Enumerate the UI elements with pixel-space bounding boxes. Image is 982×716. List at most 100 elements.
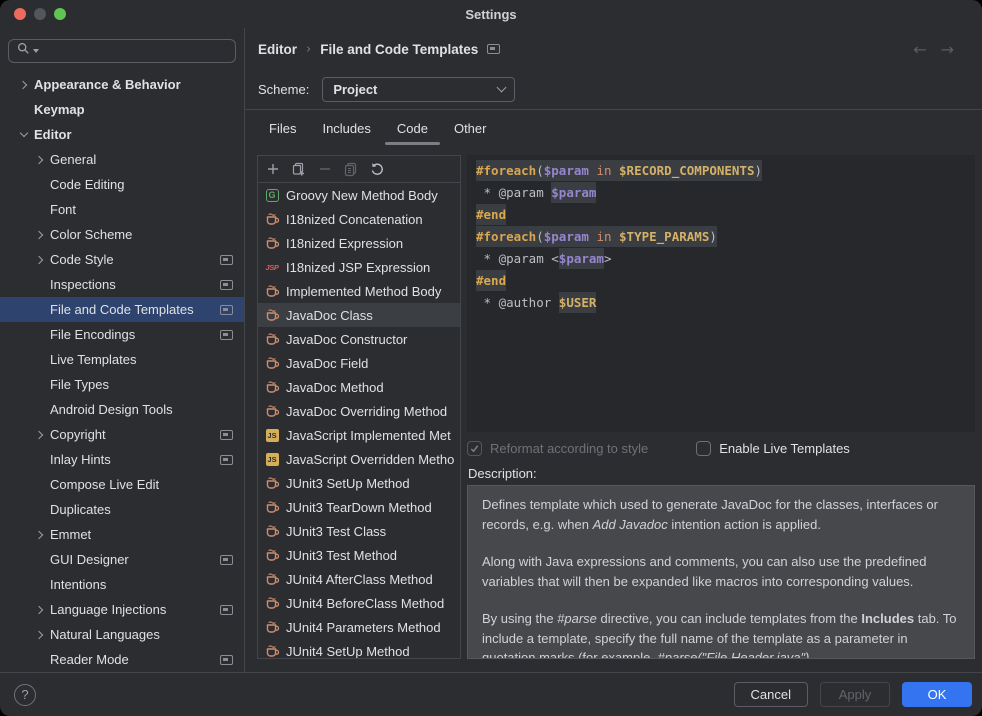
sidebar-item-android-design-tools[interactable]: Android Design Tools: [0, 397, 244, 422]
chevron-expanded-icon[interactable]: [14, 133, 34, 136]
sidebar-item-label: Duplicates: [50, 502, 111, 517]
tab-files[interactable]: Files: [267, 110, 298, 147]
back-arrow-icon[interactable]: ←: [913, 40, 926, 59]
live-templates-option[interactable]: Enable Live Templates: [696, 441, 850, 456]
search-icon: [17, 42, 30, 60]
sidebar-item-general[interactable]: General: [0, 147, 244, 172]
template-item-i18nized-expression[interactable]: I18nized Expression: [258, 231, 460, 255]
reformat-option[interactable]: Reformat according to style: [467, 441, 648, 456]
template-item-implemented-method-body[interactable]: Implemented Method Body: [258, 279, 460, 303]
template-item-javadoc-constructor[interactable]: JavaDoc Constructor: [258, 327, 460, 351]
template-item-javadoc-field[interactable]: JavaDoc Field: [258, 351, 460, 375]
chevron-collapsed-icon[interactable]: [30, 432, 50, 438]
tab-other[interactable]: Other: [452, 110, 489, 147]
project-level-icon: [220, 330, 233, 340]
chevron-collapsed-icon[interactable]: [30, 157, 50, 163]
apply-button[interactable]: Apply: [820, 682, 890, 707]
description-text[interactable]: Defines template which used to generate …: [467, 485, 975, 659]
sidebar-item-file-encodings[interactable]: File Encodings: [0, 322, 244, 347]
sidebar-item-appearance-behavior[interactable]: Appearance & Behavior: [0, 72, 244, 97]
template-item-junit4-parameters-method[interactable]: JUnit4 Parameters Method: [258, 615, 460, 639]
sidebar-item-natural-languages[interactable]: Natural Languages: [0, 622, 244, 647]
template-item-junit3-teardown-method[interactable]: JUnit3 TearDown Method: [258, 495, 460, 519]
sidebar-item-intentions[interactable]: Intentions: [0, 572, 244, 597]
list-toolbar: [258, 156, 460, 183]
search-history-chevron-icon[interactable]: [33, 49, 39, 53]
sidebar-item-live-templates[interactable]: Live Templates: [0, 347, 244, 372]
search-field[interactable]: [8, 39, 236, 63]
sidebar-item-color-scheme[interactable]: Color Scheme: [0, 222, 244, 247]
chevron-collapsed-icon[interactable]: [30, 257, 50, 263]
live-templates-checkbox[interactable]: [696, 441, 711, 456]
template-item-i18nized-jsp-expression[interactable]: JSPI18nized JSP Expression: [258, 255, 460, 279]
tab-code[interactable]: Code: [395, 110, 430, 147]
template-item-label: JUnit3 Test Method: [286, 548, 397, 563]
forward-arrow-icon[interactable]: →: [941, 40, 954, 59]
sidebar-item-font[interactable]: Font: [0, 197, 244, 222]
description-paragraph: Along with Java expressions and comments…: [482, 552, 960, 591]
remove-template-button[interactable]: [316, 161, 333, 178]
sidebar-item-language-injections[interactable]: Language Injections: [0, 597, 244, 622]
groovy-icon: G: [264, 187, 280, 203]
chevron-collapsed-icon[interactable]: [30, 607, 50, 613]
reset-template-button[interactable]: [368, 161, 385, 178]
chevron-collapsed-icon[interactable]: [14, 82, 34, 88]
template-item-javadoc-class[interactable]: JavaDoc Class: [258, 303, 460, 327]
template-item-junit3-test-method[interactable]: JUnit3 Test Method: [258, 543, 460, 567]
sidebar-item-emmet[interactable]: Emmet: [0, 522, 244, 547]
sidebar-item-editor[interactable]: Editor: [0, 122, 244, 147]
sidebar-item-inspections[interactable]: Inspections: [0, 272, 244, 297]
code-line: * @param <$param>: [476, 248, 975, 270]
template-item-label: I18nized Concatenation: [286, 212, 423, 227]
template-item-javascript-overridden-metho[interactable]: JSJavaScript Overridden Metho: [258, 447, 460, 471]
sidebar-item-reader-mode[interactable]: Reader Mode: [0, 647, 244, 672]
template-code-editor[interactable]: #foreach($param in $RECORD_COMPONENTS) *…: [467, 155, 975, 432]
sidebar-item-compose-live-edit[interactable]: Compose Live Edit: [0, 472, 244, 497]
sidebar-item-duplicates[interactable]: Duplicates: [0, 497, 244, 522]
sidebar-item-code-style[interactable]: Code Style: [0, 247, 244, 272]
project-level-icon: [220, 280, 233, 290]
chevron-collapsed-icon[interactable]: [30, 532, 50, 538]
chevron-down-icon: [497, 83, 507, 93]
template-item-junit4-afterclass-method[interactable]: JUnit4 AfterClass Method: [258, 567, 460, 591]
template-item-i18nized-concatenation[interactable]: I18nized Concatenation: [258, 207, 460, 231]
template-item-javadoc-method[interactable]: JavaDoc Method: [258, 375, 460, 399]
cancel-button[interactable]: Cancel: [734, 682, 808, 707]
template-item-label: JavaDoc Field: [286, 356, 368, 371]
template-item-junit3-setup-method[interactable]: JUnit3 SetUp Method: [258, 471, 460, 495]
scheme-dropdown[interactable]: Project: [322, 77, 515, 102]
search-input[interactable]: [42, 43, 227, 60]
chevron-collapsed-icon[interactable]: [30, 232, 50, 238]
java-class-icon: [264, 235, 280, 251]
project-level-icon: [220, 430, 233, 440]
template-item-groovy-new-method-body[interactable]: GGroovy New Method Body: [258, 183, 460, 207]
template-item-javascript-implemented-met[interactable]: JSJavaScript Implemented Met: [258, 423, 460, 447]
template-item-junit4-beforeclass-method[interactable]: JUnit4 BeforeClass Method: [258, 591, 460, 615]
sidebar-item-gui-designer[interactable]: GUI Designer: [0, 547, 244, 572]
copy-template-button[interactable]: [342, 161, 359, 178]
sidebar-item-label: Code Editing: [50, 177, 124, 192]
help-button[interactable]: ?: [14, 684, 36, 706]
sidebar-item-label: Language Injections: [50, 602, 166, 617]
sidebar-item-inlay-hints[interactable]: Inlay Hints: [0, 447, 244, 472]
code-line: * @author $USER: [476, 292, 975, 314]
create-from-template-button[interactable]: [290, 161, 307, 178]
settings-sidebar: Appearance & BehaviorKeymapEditorGeneral…: [0, 28, 245, 672]
template-item-junit3-test-class[interactable]: JUnit3 Test Class: [258, 519, 460, 543]
chevron-collapsed-icon[interactable]: [30, 632, 50, 638]
reformat-label: Reformat according to style: [490, 441, 648, 456]
sidebar-item-keymap[interactable]: Keymap: [0, 97, 244, 122]
sidebar-item-label: Android Design Tools: [50, 402, 173, 417]
sidebar-item-file-types[interactable]: File Types: [0, 372, 244, 397]
code-line: #foreach($param in $TYPE_PARAMS): [476, 226, 975, 248]
sidebar-item-copyright[interactable]: Copyright: [0, 422, 244, 447]
template-item-javadoc-overriding-method[interactable]: JavaDoc Overriding Method: [258, 399, 460, 423]
ok-button[interactable]: OK: [902, 682, 972, 707]
sidebar-item-file-and-code-templates[interactable]: File and Code Templates: [0, 297, 244, 322]
breadcrumb-parent[interactable]: Editor: [258, 42, 297, 57]
tab-includes[interactable]: Includes: [320, 110, 372, 147]
add-template-button[interactable]: [264, 161, 281, 178]
template-item-junit4-setup-method[interactable]: JUnit4 SetUp Method: [258, 639, 460, 658]
sidebar-item-code-editing[interactable]: Code Editing: [0, 172, 244, 197]
template-item-label: JavaDoc Method: [286, 380, 384, 395]
